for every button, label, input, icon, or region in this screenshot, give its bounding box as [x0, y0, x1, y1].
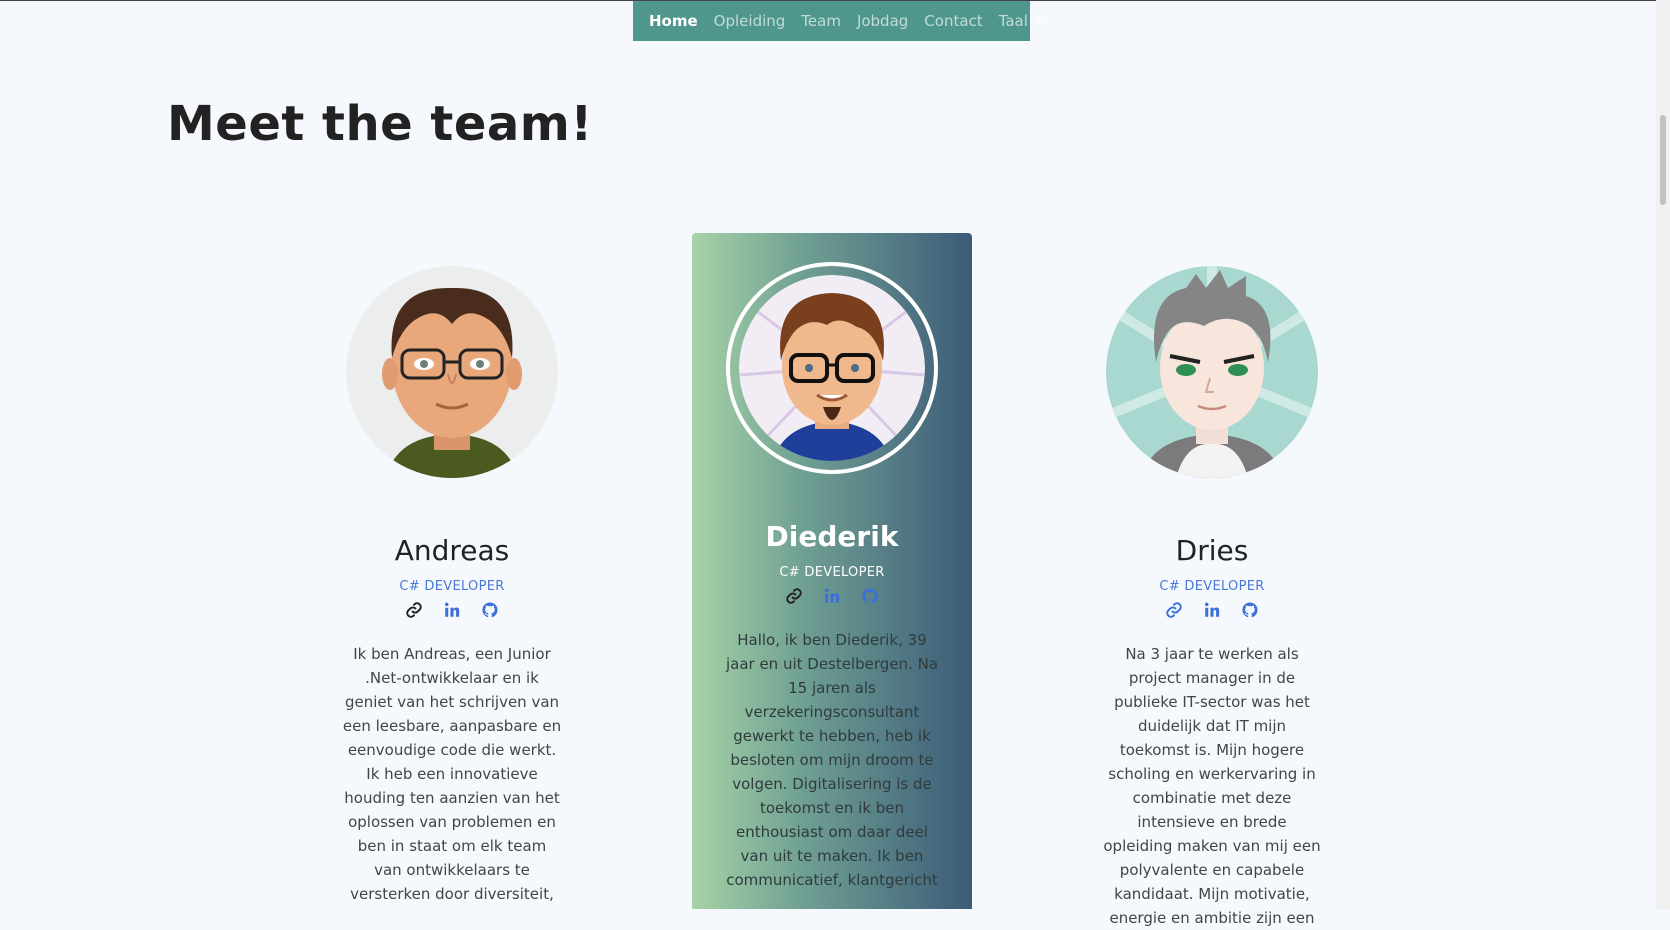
nav-jobdag[interactable]: Jobdag	[857, 12, 908, 30]
social-links	[692, 586, 972, 606]
member-bio: Hallo, ik ben Diederik, 39 jaar en uit D…	[725, 631, 939, 889]
scrollbar-thumb[interactable]	[1660, 115, 1666, 205]
page-scrollbar[interactable]	[1656, 0, 1670, 909]
avatar-dries	[1106, 266, 1318, 478]
nav-contact[interactable]: Contact	[924, 12, 982, 30]
caret-down-icon	[1033, 19, 1044, 24]
page-title: Meet the team!	[167, 96, 593, 152]
avatar-ring	[726, 262, 938, 474]
github-icon[interactable]	[860, 586, 880, 606]
member-bio: Ik ben Andreas, een Junior .Net-ontwikke…	[342, 645, 562, 903]
social-links	[1072, 600, 1352, 620]
linkedin-icon[interactable]	[442, 600, 462, 620]
team-card-andreas: Andreas C# DEVELOPER Ik ben Andreas, een…	[312, 266, 592, 906]
member-name: Dries	[1175, 534, 1249, 567]
member-role: C# DEVELOPER	[1159, 579, 1265, 594]
linkedin-icon[interactable]	[822, 586, 842, 606]
team-card-dries: Dries C# DEVELOPER Na 3 jaar te werken a…	[1072, 266, 1352, 930]
github-icon[interactable]	[1240, 600, 1260, 620]
avatar-andreas	[346, 266, 558, 478]
social-links	[312, 600, 592, 620]
nav-home[interactable]: Home	[649, 12, 698, 30]
main-navbar: Home Opleiding Team Jobdag Contact Taal	[633, 1, 1044, 41]
member-role: C# DEVELOPER	[399, 579, 505, 594]
linkedin-icon[interactable]	[1202, 600, 1222, 620]
nav-opleiding[interactable]: Opleiding	[714, 12, 786, 30]
link-icon[interactable]	[404, 600, 424, 620]
member-name: Andreas	[394, 534, 510, 567]
avatar-diederik	[739, 275, 925, 461]
link-icon[interactable]	[1164, 600, 1184, 620]
member-bio: Na 3 jaar te werken als project manager …	[1103, 645, 1321, 927]
language-label: Taal	[998, 12, 1028, 30]
member-name: Diederik	[765, 520, 899, 553]
member-role: C# DEVELOPER	[779, 565, 885, 580]
nav-team[interactable]: Team	[801, 12, 841, 30]
github-icon[interactable]	[480, 600, 500, 620]
language-dropdown[interactable]: Taal	[999, 12, 1044, 30]
link-icon[interactable]	[784, 586, 804, 606]
team-card-diederik: Diederik C# DEVELOPER Hallo, ik ben Died…	[692, 233, 972, 909]
